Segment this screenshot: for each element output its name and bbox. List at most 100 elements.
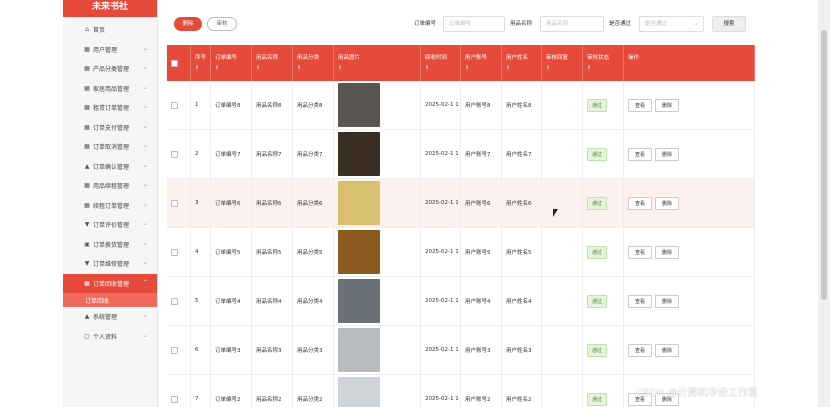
column-header-label: 回收时间	[425, 55, 448, 61]
table-row[interactable]: 4 订单编号5 用品名称5 用品分类5 2025-02-1 1 用户账号5 用户姓名5 通过 查…	[167, 228, 755, 277]
table-row[interactable]: 1 订单编号8 用品名称8 用品分类8 2025-02-1 1 用户账号8 用户姓名8 通过 查…	[167, 81, 755, 130]
table-cell: 用品名称3	[252, 326, 293, 374]
product-image	[338, 181, 380, 225]
sort-icon[interactable]: ⇕	[215, 65, 251, 71]
table-cell: 用户姓名4	[502, 277, 542, 325]
sidebar-item[interactable]: ▦ 租赁订单管理 ⌄	[63, 98, 157, 118]
sidebar-item[interactable]: ▼ 订单维修管理 ⌄	[63, 254, 157, 274]
sidebar-item[interactable]: ▼ 订单评价管理 ⌄	[63, 215, 157, 235]
table-cell: 用户姓名3	[502, 326, 542, 374]
table-row[interactable]: 3 订单编号6 用品名称6 用品分类6 2025-02-1 1 用户账号6 用户姓名6 通过 查…	[167, 179, 755, 228]
column-header[interactable]: 审核回复 ⇕	[542, 45, 583, 81]
sidebar-item-label: 订单确认管理	[93, 163, 130, 171]
column-header[interactable]: 用品名称 ⇕	[252, 45, 293, 81]
table-cell: 订单编号5	[211, 228, 252, 276]
column-header[interactable]: 序号 ⇕	[191, 45, 211, 81]
sidebar-subitem-recycle[interactable]: 订单回收	[63, 293, 157, 307]
column-header[interactable]: 回收时间 ⇕	[421, 45, 461, 81]
delete-row-button[interactable]: 删除	[655, 343, 680, 357]
sort-icon[interactable]: ⇕	[425, 65, 460, 71]
delete-row-button[interactable]: 删除	[655, 98, 680, 112]
column-header[interactable]: 用户姓名 ⇕	[502, 45, 542, 81]
table-cell	[542, 228, 583, 276]
table-row[interactable]: 5 订单编号4 用品名称4 用品分类4 2025-02-1 1 用户账号4 用户姓名4 通过 查…	[167, 277, 755, 326]
sidebar-item[interactable]: ▦ 续租订单管理 ⌄	[63, 196, 157, 216]
approved-select[interactable]: 是否通过 ⌵	[639, 16, 704, 32]
sidebar-item[interactable]: ▦ 用品续租管理 ⌄	[63, 176, 157, 196]
order-no-input[interactable]: 订单编号	[443, 16, 505, 32]
chevron-down-icon: ⌄	[142, 312, 148, 319]
sidebar-item[interactable]: ▦ 订单取消管理 ⌄	[63, 137, 157, 157]
sidebar-item[interactable]: ▣ 订单换货管理 ⌄	[63, 235, 157, 255]
delete-row-button[interactable]: 删除	[655, 294, 680, 308]
sidebar-item[interactable]: ▲ 系统管理 ⌄	[63, 307, 157, 327]
delete-row-button[interactable]: 删除	[655, 245, 680, 259]
sidebar-nav: ⌂ 首页 ▦ 用户管理 ⌄ ▦ 产品分类管理 ⌄ ▦ 家居用品管理 ⌄ ▦ 租赁订单管理 ⌄ ▦ 订单支付管理…	[63, 20, 157, 346]
audit-button[interactable]: 审核	[207, 17, 237, 31]
view-button[interactable]: 查看	[628, 245, 653, 259]
sort-icon[interactable]: ⇕	[297, 65, 333, 71]
sidebar-item[interactable]: ▦ 订单支付管理 ⌄	[63, 118, 157, 138]
sort-icon[interactable]: ⇕	[338, 65, 420, 71]
sidebar-item[interactable]: ⌂ 首页	[63, 20, 157, 40]
search-button[interactable]: 搜索	[712, 16, 746, 32]
scrollbar-thumb[interactable]	[821, 30, 827, 300]
column-header[interactable]: 审核状态 ⇕	[583, 45, 624, 81]
column-header[interactable]: 用品图片 ⇕	[334, 45, 421, 81]
item-name-input[interactable]: 用品名称	[540, 16, 604, 32]
table-cell: 6	[191, 326, 211, 374]
row-checkbox[interactable]	[171, 199, 178, 207]
sidebar-item[interactable]: ▦ 产品分类管理 ⌄	[63, 59, 157, 79]
select-all-checkbox[interactable]	[171, 60, 178, 67]
table-row[interactable]: 6 订单编号3 用品名称3 用品分类3 2025-02-1 1 用户账号3 用户姓名3 通过 查…	[167, 326, 755, 375]
sidebar-item[interactable]: ▦ 订单回收管理 ⌃	[63, 273, 157, 293]
table-row[interactable]: 2 订单编号7 用品名称7 用品分类7 2025-02-1 1 用户账号7 用户姓名7 通过 查…	[167, 130, 755, 179]
row-checkbox[interactable]	[171, 101, 178, 109]
table-header: 序号 ⇕ 订单编号 ⇕ 用品名称 ⇕ 用品分类 ⇕ 用品图片 ⇕ 回收时间 ⇕ 用户账号 ⇕ 用户姓名 ⇕ 审核…	[167, 45, 755, 81]
view-button[interactable]: 查看	[628, 294, 653, 308]
sort-icon[interactable]: ⇕	[465, 65, 501, 71]
cell-text: 订单编号2	[215, 397, 241, 403]
sort-icon[interactable]: ⇕	[506, 65, 541, 71]
row-checkbox[interactable]	[171, 248, 178, 256]
view-button[interactable]: 查看	[628, 196, 653, 210]
column-header-label: 用户姓名	[506, 55, 529, 61]
status-badge: 通过	[587, 343, 608, 357]
approved-label: 是否通过	[609, 21, 632, 27]
row-checkbox[interactable]	[171, 150, 178, 158]
column-header[interactable]: 用户账号 ⇕	[461, 45, 502, 81]
cell-text: 2	[195, 151, 199, 157]
column-header[interactable]: 订单编号 ⇕	[211, 45, 252, 81]
column-header-label: 审核回复	[546, 55, 569, 61]
sidebar-item[interactable]: ▦ 用户管理 ⌄	[63, 40, 157, 60]
sidebar-item[interactable]: ▦ 家居用品管理 ⌄	[63, 79, 157, 99]
table-cell: 2025-02-1 1	[421, 277, 461, 325]
sort-icon[interactable]: ⇕	[546, 65, 582, 71]
table-cell: 用品名称5	[252, 228, 293, 276]
view-button[interactable]: 查看	[628, 98, 653, 112]
view-button[interactable]: 查看	[628, 343, 653, 357]
sidebar-item[interactable]: ▢ 个人资料 ⌄	[63, 327, 157, 347]
table-cell: 用品分类7	[293, 130, 334, 178]
cell-text: 用品名称6	[256, 201, 282, 207]
row-checkbox[interactable]	[171, 297, 178, 305]
view-button[interactable]: 查看	[628, 147, 653, 161]
table-cell: 用户账号7	[461, 130, 502, 178]
delete-button[interactable]: 删除	[174, 17, 202, 31]
delete-row-button[interactable]: 删除	[655, 196, 680, 210]
column-header[interactable]: 用品分类 ⇕	[293, 45, 334, 81]
sort-icon[interactable]: ⇕	[587, 65, 623, 71]
delete-row-button[interactable]: 删除	[655, 147, 680, 161]
cell-text: 1	[195, 102, 199, 108]
column-header[interactable]	[167, 45, 191, 81]
cell-text: 用户账号5	[465, 250, 491, 256]
sidebar-item-label: 续租订单管理	[93, 202, 130, 210]
row-checkbox[interactable]	[171, 395, 178, 403]
row-checkbox[interactable]	[171, 346, 178, 354]
sort-icon[interactable]: ⇕	[195, 65, 210, 71]
cell-text: 5	[195, 298, 199, 304]
sort-icon[interactable]: ⇕	[256, 65, 292, 71]
sidebar-item-label: 订单取消管理	[93, 144, 130, 152]
sidebar-item[interactable]: ▲ 订单确认管理 ⌄	[63, 157, 157, 177]
page-scrollbar[interactable]	[818, 0, 830, 407]
